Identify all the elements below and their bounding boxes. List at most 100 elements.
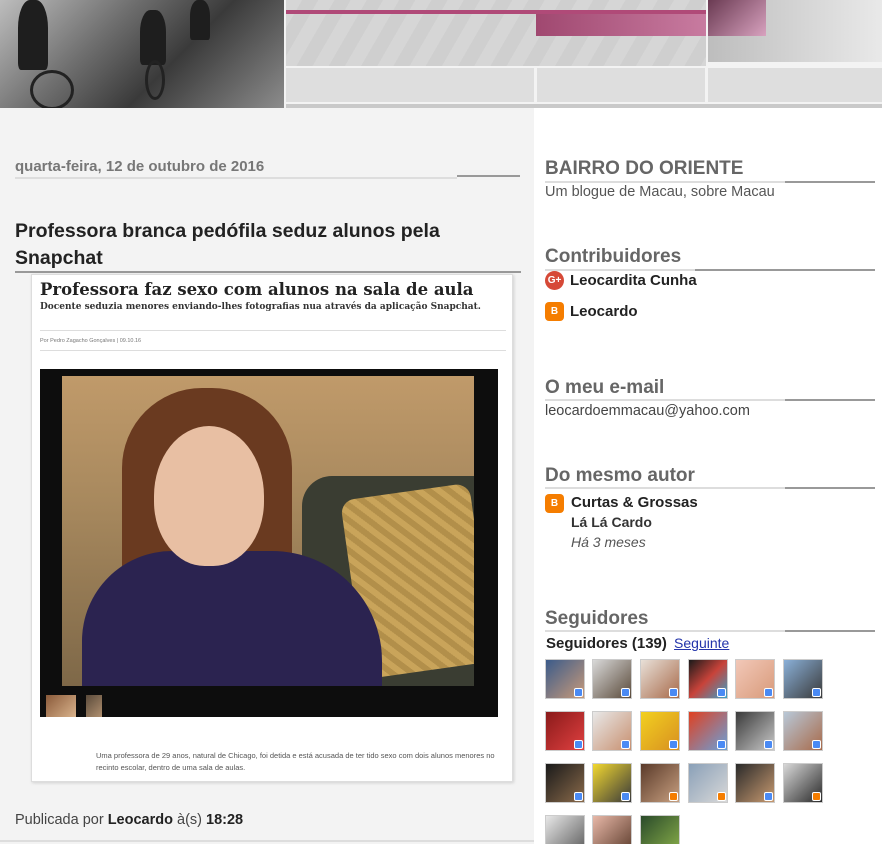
clipping-caption: Uma professora de 29 anos, natural de Ch… [96,751,495,772]
follower-avatar[interactable] [545,659,585,699]
contributors-title: Contribuidores [545,246,682,267]
blog-description: Um blogue de Macau, sobre Macau [545,184,775,200]
follower-avatar[interactable] [545,711,585,751]
header-street-photo [0,0,284,108]
google-icon [717,688,726,697]
published-by-label: Publicada por [15,812,104,828]
follower-grid [545,659,835,844]
google-icon [764,688,773,697]
follower-avatar[interactable] [545,763,585,803]
google-icon [574,688,583,697]
divider [695,269,875,271]
divider [545,399,785,401]
divider [40,330,506,331]
divider [457,175,520,177]
follower-avatar[interactable] [783,659,823,699]
post-title[interactable]: Professora branca pedófila seduz alunos … [15,218,485,272]
blog-list-time: Há 3 meses [571,534,646,550]
divider [15,177,457,179]
header-banner[interactable] [0,0,882,108]
followers-title: Seguidores [545,608,649,629]
email-address: leocardoemmacau@yahoo.com [545,403,750,419]
header-pink-photo [708,0,766,36]
google-icon [621,740,630,749]
google-icon [764,792,773,801]
divider [785,399,875,401]
google-plus-icon: G+ [545,270,564,290]
follow-link[interactable]: Seguinte [674,635,729,651]
woman-portrait [62,376,474,686]
divider [15,271,521,273]
header-accent-block [536,14,706,36]
divider [40,350,506,351]
divider [545,630,785,632]
google-icon [812,688,821,697]
thumbnail[interactable] [86,695,102,717]
follower-avatar[interactable] [545,815,585,844]
follower-avatar[interactable] [640,763,680,803]
follower-avatar[interactable] [592,815,632,844]
follower-avatar[interactable] [735,763,775,803]
header-strip [708,68,882,102]
post-time-link[interactable]: 18:28 [206,812,243,828]
follower-avatar[interactable] [783,763,823,803]
divider [785,487,875,489]
google-icon [764,740,773,749]
divider [545,181,785,183]
follower-avatar[interactable] [640,815,680,844]
divider [545,487,785,489]
follower-avatar[interactable] [592,763,632,803]
follower-avatar[interactable] [592,659,632,699]
clipping-byline: Por Pedro Zagacho Gonçalves | 09.10.16 [40,338,142,344]
google-icon [574,792,583,801]
followers-count: Seguidores (139) Seguinte [546,635,729,652]
followers-count-label: Seguidores (139) [546,635,667,652]
divider [785,630,875,632]
thumbnail[interactable] [46,695,76,717]
blog-list-name[interactable]: Curtas & Grossas [571,494,698,511]
clipping-headline: Professora faz sexo com alunos na sala d… [40,280,474,299]
clipping-subheadline: Docente seduzia menores enviando-lhes fo… [40,302,481,312]
contributor-name[interactable]: Leocardo [570,303,638,320]
google-icon [669,740,678,749]
follower-avatar[interactable] [592,711,632,751]
face [154,426,264,566]
google-icon [717,740,726,749]
divider [0,840,534,842]
follower-avatar[interactable] [688,763,728,803]
divider [785,181,875,183]
follower-avatar[interactable] [783,711,823,751]
google-icon [669,688,678,697]
follower-avatar[interactable] [735,659,775,699]
header-strip [286,68,534,102]
header-strip [537,68,705,102]
blog-title: BAIRRO DO ORIENTE [545,158,744,179]
post-image[interactable]: Professora faz sexo com alunos na sala d… [31,274,513,782]
same-author-title: Do mesmo autor [545,465,695,486]
contributor-item[interactable]: G+ Leocardita Cunha [545,270,697,290]
blogger-icon [812,792,821,801]
blog-list-post-link[interactable]: Lá Lá Cardo [571,514,652,530]
follower-avatar[interactable] [640,711,680,751]
google-icon [812,740,821,749]
follower-avatar[interactable] [640,659,680,699]
clipping-photo [40,369,498,717]
blogger-icon: B [545,494,564,513]
google-icon [574,740,583,749]
at-label: à(s) [177,812,202,828]
contributor-name[interactable]: Leocardita Cunha [570,272,697,289]
blogger-icon [669,792,678,801]
author-link[interactable]: Leocardo [108,812,173,828]
main-column: quarta-feira, 12 de outubro de 2016 Prof… [0,108,534,844]
google-icon [621,688,630,697]
follower-avatar[interactable] [688,659,728,699]
blogger-icon [717,792,726,801]
email-title: O meu e-mail [545,377,665,398]
post-date: quarta-feira, 12 de outubro de 2016 [15,158,265,175]
post-footer: Publicada por Leocardo à(s) 18:28 [15,812,243,828]
blogger-icon: B [545,301,564,321]
contributor-item[interactable]: B Leocardo [545,301,638,321]
google-icon [621,792,630,801]
follower-avatar[interactable] [735,711,775,751]
follower-avatar[interactable] [688,711,728,751]
